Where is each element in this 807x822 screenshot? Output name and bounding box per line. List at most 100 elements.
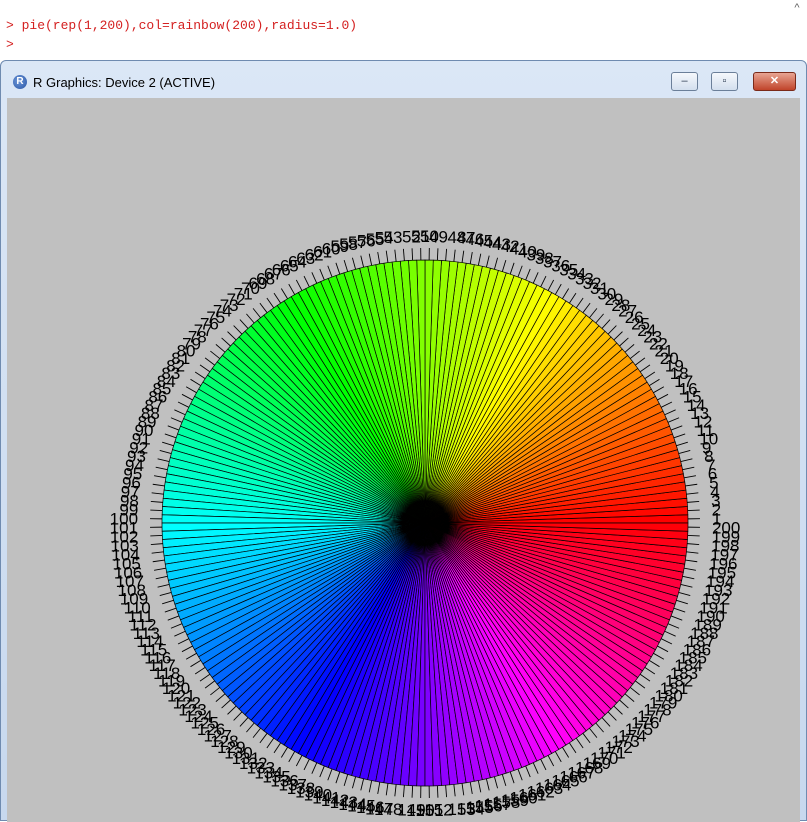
label-tick-119 xyxy=(195,667,205,674)
label-tick-26 xyxy=(608,326,616,335)
label-tick-173 xyxy=(596,723,604,732)
label-tick-138 xyxy=(320,766,325,777)
label-tick-115 xyxy=(178,639,189,644)
label-tick-57 xyxy=(369,254,371,266)
label-tick-86 xyxy=(178,402,189,407)
label-tick-185 xyxy=(657,646,668,652)
label-tick-116 xyxy=(182,646,193,652)
scroll-up-icon[interactable]: ^ xyxy=(791,2,803,14)
label-tick-112 xyxy=(168,616,179,620)
label-tick-140 xyxy=(336,772,340,783)
label-tick-35 xyxy=(548,280,554,291)
label-tick-177 xyxy=(620,700,629,708)
label-tick-187 xyxy=(665,631,676,636)
label-tick-2 xyxy=(688,510,700,511)
console-prompt: > xyxy=(6,38,14,52)
label-tick-163 xyxy=(526,766,531,777)
label-tick-154 xyxy=(454,784,455,796)
label-tick-81 xyxy=(200,365,210,372)
label-tick-166 xyxy=(548,755,554,766)
label-tick-68 xyxy=(281,289,287,299)
label-tick-20 xyxy=(640,365,650,372)
label-tick-124 xyxy=(222,700,231,708)
label-tick-169 xyxy=(569,743,576,753)
label-tick-11 xyxy=(674,434,685,438)
label-tick-170 xyxy=(576,738,583,748)
label-tick-40 xyxy=(510,263,514,274)
label-tick-117 xyxy=(186,653,196,659)
label-tick-180 xyxy=(635,681,645,688)
label-tick-174 xyxy=(602,718,610,727)
label-tick-36 xyxy=(541,276,546,287)
label-tick-148 xyxy=(403,785,404,797)
label-tick-39 xyxy=(518,266,522,277)
maximize-button[interactable]: ▫ xyxy=(711,72,738,91)
label-tick-79 xyxy=(210,351,219,359)
label-tick-99 xyxy=(150,510,162,511)
r-console[interactable]: > pie(rep(1,200),col=rainbow(200),radius… xyxy=(0,0,807,62)
label-tick-13 xyxy=(668,418,679,423)
label-tick-168 xyxy=(562,747,568,757)
label-tick-52 xyxy=(412,248,413,260)
minimize-button[interactable]: ‒ xyxy=(671,72,698,91)
close-button[interactable]: ✕ xyxy=(753,72,796,91)
label-tick-162 xyxy=(518,769,522,780)
label-tick-108 xyxy=(158,584,170,587)
label-tick-84 xyxy=(186,387,196,393)
label-tick-126 xyxy=(234,712,242,721)
label-tick-113 xyxy=(171,624,182,629)
label-tick-90 xyxy=(165,434,176,438)
label-tick-25 xyxy=(614,332,623,340)
label-tick-184 xyxy=(653,653,663,659)
label-tick-4 xyxy=(686,493,698,494)
label-tick-80 xyxy=(205,358,215,365)
label-tick-92 xyxy=(160,450,172,453)
label-tick-105 xyxy=(153,560,165,562)
label-tick-8 xyxy=(681,459,693,462)
label-tick-23 xyxy=(625,344,634,352)
label-tick-63 xyxy=(320,269,325,280)
label-tick-110 xyxy=(162,600,173,604)
label-tick-196 xyxy=(685,560,697,562)
label-tick-45 xyxy=(470,252,472,264)
label-tick-143 xyxy=(361,779,364,791)
label-tick-111 xyxy=(165,608,176,612)
title-bar[interactable]: R R Graphics: Device 2 (ACTIVE) ‒ ▫ ✕ xyxy=(1,61,806,97)
plot-canvas: 1234567891011121314151617181920212223242… xyxy=(7,98,800,822)
label-tick-102 xyxy=(150,535,162,536)
pie-chart: 1234567891011121314151617181920212223242… xyxy=(7,98,800,822)
label-tick-192 xyxy=(679,592,691,595)
label-tick-145 xyxy=(378,782,380,794)
label-tick-132 xyxy=(274,743,281,753)
label-tick-159 xyxy=(494,777,497,789)
label-tick-122 xyxy=(210,687,219,695)
label-tick-152 xyxy=(437,786,438,798)
slice-label-200: 200 xyxy=(712,519,740,538)
label-tick-178 xyxy=(625,694,634,702)
label-tick-157 xyxy=(478,781,480,793)
label-tick-32 xyxy=(569,293,576,303)
label-tick-83 xyxy=(191,379,201,385)
label-tick-16 xyxy=(657,394,668,400)
label-tick-18 xyxy=(649,379,659,385)
label-tick-195 xyxy=(684,568,696,570)
label-tick-164 xyxy=(533,763,538,774)
label-tick-34 xyxy=(555,284,561,294)
label-tick-171 xyxy=(583,733,590,743)
label-tick-179 xyxy=(630,687,639,695)
label-tick-181 xyxy=(640,674,650,681)
label-tick-31 xyxy=(576,298,583,308)
label-tick-137 xyxy=(312,763,317,774)
label-tick-109 xyxy=(160,592,172,595)
label-tick-121 xyxy=(205,681,215,688)
label-tick-198 xyxy=(687,544,699,545)
r-logo-icon: R xyxy=(13,75,27,89)
label-tick-46 xyxy=(462,251,464,263)
label-tick-19 xyxy=(645,372,655,379)
label-tick-197 xyxy=(686,552,698,553)
label-tick-61 xyxy=(336,263,340,274)
label-tick-87 xyxy=(174,410,185,415)
label-tick-75 xyxy=(234,326,242,335)
label-tick-37 xyxy=(533,272,538,283)
graphics-window[interactable]: R R Graphics: Device 2 (ACTIVE) ‒ ▫ ✕ 12… xyxy=(0,60,807,821)
